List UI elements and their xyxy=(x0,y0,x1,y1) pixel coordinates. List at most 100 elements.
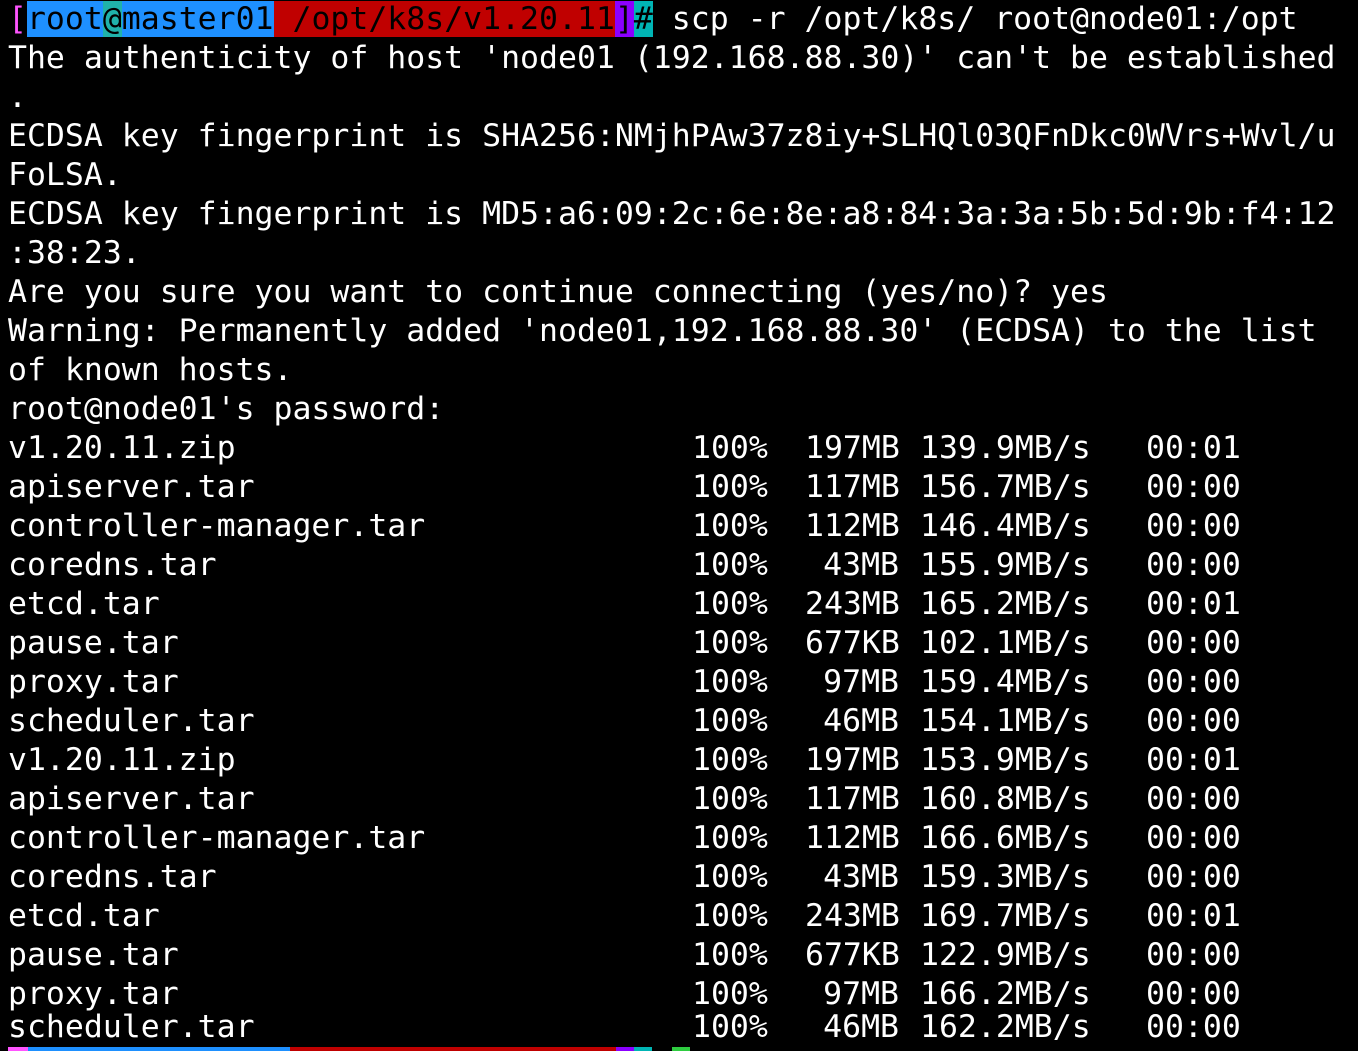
transfer-file-name: apiserver.tar xyxy=(8,781,255,817)
transfer-time: 00:01 xyxy=(1146,430,1241,466)
prompt-hash: # xyxy=(633,1,653,37)
output-line: FoLSA. xyxy=(8,157,122,193)
transfer-rate: 160.8MB/s xyxy=(920,781,1091,817)
transfer-file-name: etcd.tar xyxy=(8,586,160,622)
transfer-rate: 159.3MB/s xyxy=(920,859,1091,895)
transfer-size: 677KB xyxy=(805,937,900,973)
strip-path xyxy=(290,1047,616,1051)
prompt-user: root xyxy=(26,1,103,37)
transfer-rate: 169.7MB/s xyxy=(920,898,1091,934)
transfer-rate: 154.1MB/s xyxy=(920,703,1091,739)
transfer-size: 243MB xyxy=(805,586,900,622)
output-line: Warning: Permanently added 'node01,192.1… xyxy=(8,313,1317,349)
prompt-separator xyxy=(273,1,293,37)
transfer-rate: 153.9MB/s xyxy=(920,742,1091,778)
transfer-time: 00:00 xyxy=(1146,664,1241,700)
transfer-time: 00:00 xyxy=(1146,508,1241,544)
transfer-percent: 100% xyxy=(692,664,768,700)
transfer-percent: 100% xyxy=(692,859,768,895)
transfer-file-name: proxy.tar xyxy=(8,664,179,700)
transfer-rate: 122.9MB/s xyxy=(920,937,1091,973)
transfer-percent: 100% xyxy=(692,469,768,505)
transfer-time: 00:00 xyxy=(1146,820,1241,856)
strip-hash xyxy=(634,1047,652,1051)
strip-bracket-close xyxy=(616,1047,634,1051)
next-prompt-sliver xyxy=(0,1047,1358,1051)
transfer-size: 677KB xyxy=(805,625,900,661)
transfer-size: 243MB xyxy=(805,898,900,934)
transfer-rate: 139.9MB/s xyxy=(920,430,1091,466)
transfer-rate: 162.2MB/s xyxy=(920,1009,1091,1045)
transfer-file-name: coredns.tar xyxy=(8,859,217,895)
transfer-rate: 156.7MB/s xyxy=(920,469,1091,505)
output-line: :38:23. xyxy=(8,235,141,271)
transfer-time: 00:00 xyxy=(1146,469,1241,505)
transfer-file-name: coredns.tar xyxy=(8,547,217,583)
transfer-time: 00:01 xyxy=(1146,742,1241,778)
prompt-host: master01 xyxy=(121,1,274,37)
transfer-row: scheduler.tar 100% 46MB 162.2MB/s 00:00 xyxy=(8,1008,1348,1047)
terminal-window[interactable]: [root@master01 /opt/k8s/v1.20.11]# scp -… xyxy=(0,0,1358,1051)
transfer-time: 00:01 xyxy=(1146,898,1241,934)
prompt-bracket-close: ] xyxy=(614,1,634,37)
transfer-percent: 100% xyxy=(692,430,768,466)
transfer-file-name: v1.20.11.zip xyxy=(8,430,236,466)
transfer-time: 00:00 xyxy=(1146,859,1241,895)
transfer-row: apiserver.tar 100% 117MB 156.7MB/s 00:00 xyxy=(8,468,1348,507)
transfer-time: 00:00 xyxy=(1146,625,1241,661)
transfer-percent: 100% xyxy=(692,508,768,544)
transfer-percent: 100% xyxy=(692,1009,768,1045)
transfer-row: pause.tar 100% 677KB 122.9MB/s 00:00 xyxy=(8,936,1348,975)
transfer-rate: 166.6MB/s xyxy=(920,820,1091,856)
transfer-percent: 100% xyxy=(692,781,768,817)
transfer-rate: 155.9MB/s xyxy=(920,547,1091,583)
transfer-rate: 159.4MB/s xyxy=(920,664,1091,700)
transfer-file-name: v1.20.11.zip xyxy=(8,742,236,778)
transfer-file-name: etcd.tar xyxy=(8,898,160,934)
transfer-percent: 100% xyxy=(692,703,768,739)
transfer-time: 00:00 xyxy=(1146,781,1241,817)
transfer-size: 46MB xyxy=(823,1009,899,1045)
transfer-row: pause.tar 100% 677KB 102.1MB/s 00:00 xyxy=(8,624,1348,663)
transfer-time: 00:01 xyxy=(1146,586,1241,622)
transfer-file-name: scheduler.tar xyxy=(8,703,255,739)
transfer-size: 117MB xyxy=(805,781,900,817)
strip-cursor xyxy=(672,1047,690,1051)
transfer-row: proxy.tar 100% 97MB 159.4MB/s 00:00 xyxy=(8,663,1348,702)
output-line: The authenticity of host 'node01 (192.16… xyxy=(8,40,1336,76)
transfer-row: scheduler.tar 100% 46MB 154.1MB/s 00:00 xyxy=(8,702,1348,741)
transfer-file-name: pause.tar xyxy=(8,625,179,661)
transfer-time: 00:00 xyxy=(1146,703,1241,739)
output-line: of known hosts. xyxy=(8,352,293,388)
transfer-row: controller-manager.tar 100% 112MB 146.4M… xyxy=(8,507,1348,546)
transfer-percent: 100% xyxy=(692,547,768,583)
prompt-bracket-open: [ xyxy=(8,1,27,37)
transfer-size: 112MB xyxy=(805,508,900,544)
transfer-percent: 100% xyxy=(692,742,768,778)
transfer-time: 00:00 xyxy=(1146,1009,1241,1045)
transfer-row: etcd.tar 100% 243MB 165.2MB/s 00:01 xyxy=(8,585,1348,624)
transfer-row: apiserver.tar 100% 117MB 160.8MB/s 00:00 xyxy=(8,780,1348,819)
strip-bracket xyxy=(8,1047,28,1051)
transfer-file-name: controller-manager.tar xyxy=(8,820,426,856)
transfer-row: v1.20.11.zip 100% 197MB 153.9MB/s 00:01 xyxy=(8,741,1348,780)
transfer-percent: 100% xyxy=(692,937,768,973)
transfer-size: 117MB xyxy=(805,469,900,505)
transfer-rate: 102.1MB/s xyxy=(920,625,1091,661)
transfer-size: 43MB xyxy=(823,859,899,895)
prompt-path: /opt/k8s/v1.20.11 xyxy=(292,1,615,37)
transfer-file-name: scheduler.tar xyxy=(8,1009,255,1045)
transfer-row: etcd.tar 100% 243MB 169.7MB/s 00:01 xyxy=(8,897,1348,936)
transfer-size: 197MB xyxy=(805,742,900,778)
command-text: scp -r /opt/k8s/ root@node01:/opt xyxy=(652,1,1298,37)
transfer-percent: 100% xyxy=(692,898,768,934)
shell-prompt-line: [root@master01 /opt/k8s/v1.20.11]# scp -… xyxy=(8,0,1298,39)
transfer-time: 00:00 xyxy=(1146,547,1241,583)
transfer-size: 112MB xyxy=(805,820,900,856)
transfer-file-name: apiserver.tar xyxy=(8,469,255,505)
prompt-at: @ xyxy=(102,1,122,37)
strip-user-host xyxy=(28,1047,290,1051)
password-prompt-line: root@node01's password: xyxy=(8,391,445,427)
output-line: ECDSA key fingerprint is MD5:a6:09:2c:6e… xyxy=(8,196,1336,232)
transfer-size: 97MB xyxy=(823,664,899,700)
